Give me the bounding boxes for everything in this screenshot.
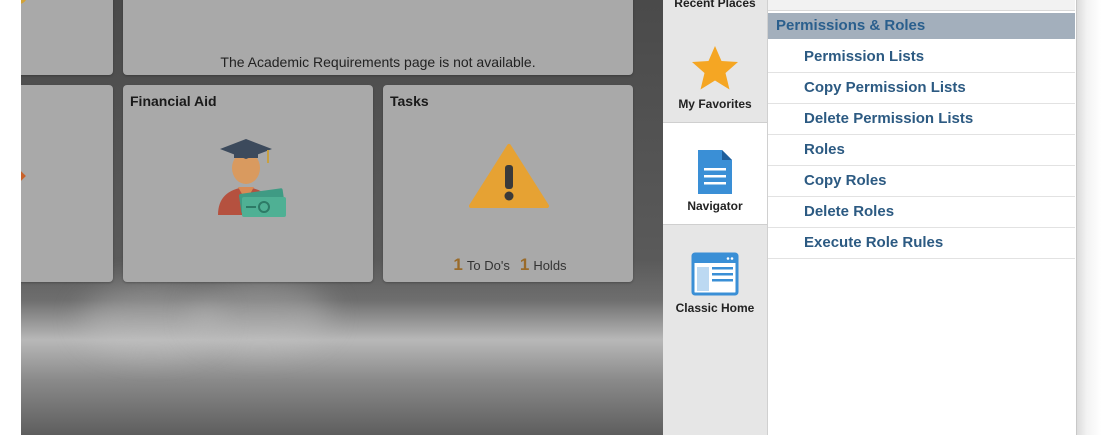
holds-count: 1: [519, 255, 530, 274]
nav-label: Recent Places: [674, 0, 756, 10]
menu-item-copy-roles[interactable]: Copy Roles: [768, 166, 1075, 197]
classic-home-icon: [691, 252, 739, 296]
todos-count: 1: [453, 255, 463, 274]
graduate-with-money-icon: [218, 139, 286, 217]
document-icon: [698, 150, 732, 194]
menu-item-delete-roles[interactable]: Delete Roles: [768, 197, 1075, 228]
tile-title: Tasks: [390, 93, 429, 109]
nav-label: My Favorites: [678, 97, 752, 111]
menu-item-execute-role-rules[interactable]: Execute Role Rules: [768, 228, 1075, 259]
todos-label: To Do's: [466, 258, 510, 273]
warning-icon: [469, 144, 549, 208]
holds-label: Holds: [533, 258, 567, 273]
tile-financial-aid[interactable]: Financial Aid: [123, 85, 373, 282]
homepage-background: The Academic Requirements page is not av…: [21, 0, 663, 435]
tile-partial-top-left[interactable]: [21, 0, 113, 75]
menu-item-copy-permission-lists[interactable]: Copy Permission Lists: [768, 73, 1075, 104]
partial-icon: [21, 0, 27, 4]
nav-label: Classic Home: [675, 301, 755, 315]
nav-classic-home[interactable]: Classic Home: [663, 224, 767, 324]
nav-bar: Recent Places My Favorites Navigator Cla…: [663, 0, 768, 435]
tile-academic-requirements[interactable]: The Academic Requirements page is not av…: [123, 0, 633, 75]
nav-recent-places[interactable]: Recent Places: [663, 0, 767, 22]
menu-item-roles[interactable]: Roles: [768, 135, 1075, 166]
menu-item-permission-lists[interactable]: Permission Lists: [768, 42, 1075, 73]
nav-my-favorites[interactable]: My Favorites: [663, 22, 767, 122]
partial-icon: [21, 166, 26, 186]
nav-label: Navigator: [687, 199, 743, 213]
tile-tasks[interactable]: Tasks 1 To Do's 1 Holds: [383, 85, 633, 282]
tile-title: Financial Aid: [130, 93, 217, 109]
panel-shadow: [1077, 0, 1120, 435]
navigator-menu-panel: Permissions & Roles Permission Lists Cop…: [768, 0, 1077, 435]
nav-navigator[interactable]: Navigator: [663, 122, 767, 225]
menu-previous-item[interactable]: [768, 0, 1075, 11]
tasks-summary: 1 To Do's 1 Holds: [383, 255, 633, 275]
menu-item-delete-permission-lists[interactable]: Delete Permission Lists: [768, 104, 1075, 135]
background-blur: [191, 280, 331, 350]
star-icon: [692, 46, 738, 90]
tile-partial-bottom-left[interactable]: [21, 85, 113, 282]
page-left-margin: [0, 0, 21, 435]
academic-requirements-message: The Academic Requirements page is not av…: [220, 54, 536, 70]
menu-header-permissions-roles[interactable]: Permissions & Roles: [768, 13, 1075, 39]
